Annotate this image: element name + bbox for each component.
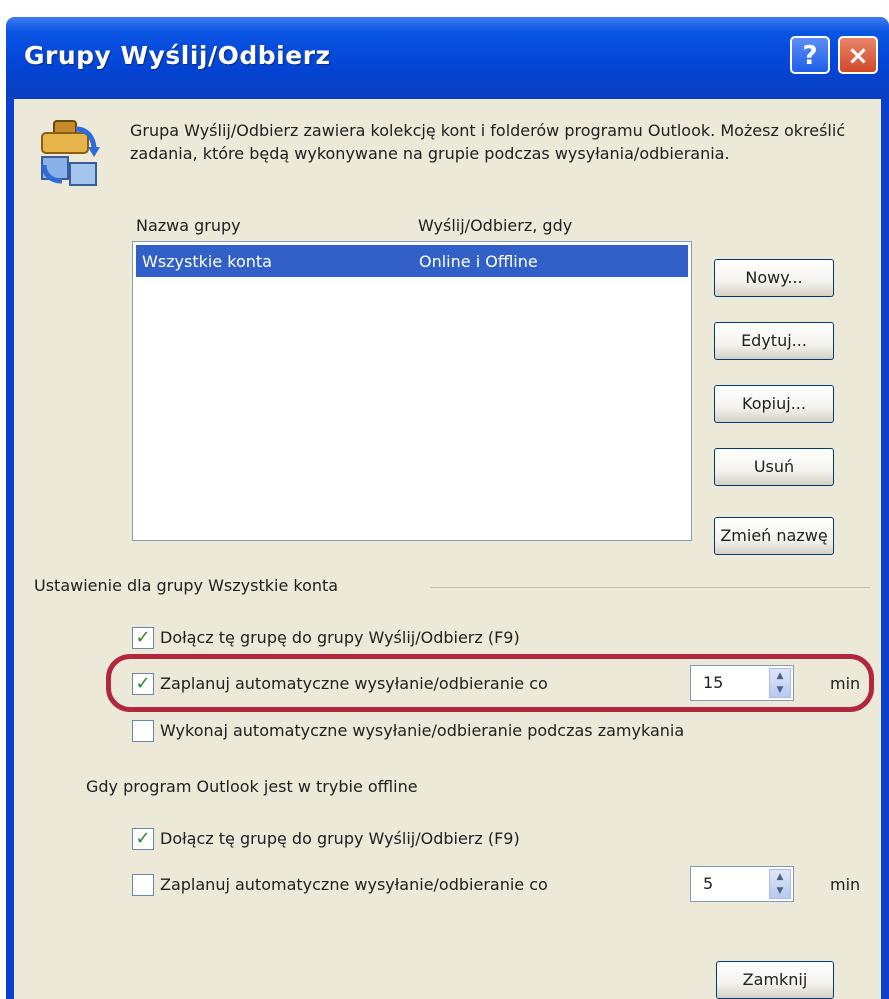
send-on-exit-label: Wykonaj automatyczne wysyłanie/odbierani… — [160, 721, 685, 740]
include-group-checkbox[interactable]: ✓ — [132, 627, 154, 649]
offline-include-group-label: Dołącz tę grupę do grupy Wyślij/Odbierz … — [160, 829, 520, 848]
window-title: Grupy Wyślij/Odbierz — [24, 41, 331, 70]
close-button[interactable]: Zamknij — [716, 961, 834, 999]
send-receive-groups-icon — [41, 120, 100, 186]
group-name-cell: Wszystkie konta — [142, 252, 272, 271]
close-window-button[interactable]: × — [838, 36, 878, 74]
include-group-label: Dołącz tę grupę do grupy Wyślij/Odbierz … — [160, 628, 520, 647]
spin-down-icon[interactable]: ▼ — [770, 884, 790, 898]
dialog-description: Grupa Wyślij/Odbierz zawiera kolekcję ko… — [130, 121, 846, 163]
offline-unit-label: min — [830, 875, 861, 894]
edit-button[interactable]: Edytuj... — [714, 322, 834, 360]
online-section-divider — [430, 587, 870, 588]
rename-button[interactable]: Zmień nazwę — [714, 517, 834, 555]
offline-include-group-checkbox[interactable]: ✓ — [132, 828, 154, 850]
offline-schedule-label: Zaplanuj automatyczne wysyłanie/odbieran… — [160, 875, 548, 894]
title-bar[interactable]: Grupy Wyślij/Odbierz ? × — [6, 17, 889, 99]
highlight-ring — [106, 654, 874, 712]
new-button[interactable]: Nowy... — [714, 259, 834, 297]
groups-list[interactable]: Wszystkie konta Online i Offline — [132, 241, 692, 541]
list-item[interactable]: Wszystkie konta Online i Offline — [136, 245, 688, 277]
column-header-send-receive-when[interactable]: Wyślij/Odbierz, gdy — [418, 216, 572, 235]
delete-button[interactable]: Usuń — [714, 448, 834, 486]
copy-button[interactable]: Kopiuj... — [714, 385, 834, 423]
column-header-group-name[interactable]: Nazwa grupy — [136, 216, 241, 235]
spin-up-icon[interactable]: ▲ — [770, 870, 790, 884]
send-receive-when-cell: Online i Offline — [419, 252, 538, 271]
help-button[interactable]: ? — [790, 36, 830, 74]
checkmark-icon: ✓ — [135, 627, 151, 648]
offline-section-legend: Gdy program Outlook jest w trybie offlin… — [86, 777, 418, 796]
send-receive-groups-dialog: Grupy Wyślij/Odbierz ? × Grupa Wyślij/Od… — [6, 17, 889, 999]
spinner-arrows[interactable]: ▲ ▼ — [769, 869, 791, 899]
send-on-exit-checkbox[interactable] — [132, 720, 154, 742]
offline-interval-value: 5 — [703, 874, 714, 893]
online-section-legend: Ustawienie dla grupy Wszystkie konta — [34, 576, 339, 595]
checkmark-icon: ✓ — [135, 828, 151, 849]
offline-interval-spinner[interactable]: 5 ▲ ▼ — [690, 866, 794, 902]
dialog-body: Grupa Wyślij/Odbierz zawiera kolekcję ko… — [14, 99, 881, 999]
offline-schedule-checkbox[interactable] — [132, 874, 154, 896]
